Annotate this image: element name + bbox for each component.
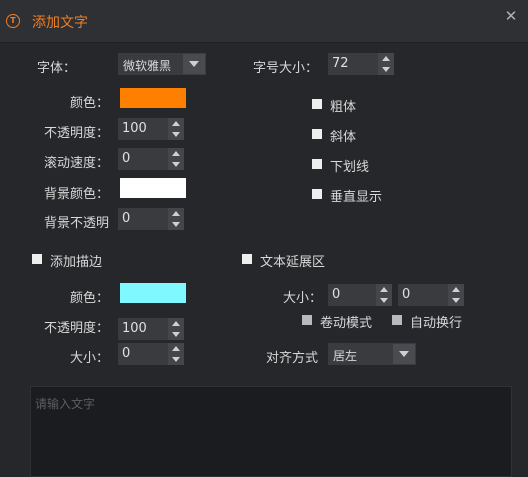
extend-size-label: 大小： bbox=[283, 291, 323, 306]
extend-width-value: 0 bbox=[332, 287, 341, 302]
color-label: 颜色： bbox=[70, 96, 110, 111]
dialog-title: 添加文字 bbox=[32, 15, 88, 31]
decrement-icon[interactable] bbox=[378, 64, 394, 75]
stroke-label: 添加描边 bbox=[50, 255, 103, 270]
stroke-opacity-value: 100 bbox=[122, 321, 147, 336]
align-label: 对齐方式 bbox=[266, 351, 319, 366]
auto-wrap-checkbox[interactable] bbox=[392, 315, 402, 325]
increment-icon[interactable] bbox=[168, 208, 184, 219]
bg-color-swatch[interactable] bbox=[120, 178, 186, 198]
opacity-value: 100 bbox=[122, 121, 147, 136]
text-extend-label: 文本延展区 bbox=[260, 255, 326, 270]
font-select[interactable]: 微软雅黑 bbox=[118, 53, 206, 75]
stroke-size-label: 大小： bbox=[70, 351, 110, 366]
extend-height-stepper[interactable]: 0 bbox=[398, 284, 464, 306]
bold-label: 粗体 bbox=[330, 100, 357, 115]
text-extend-checkbox[interactable] bbox=[242, 254, 252, 264]
increment-icon[interactable] bbox=[168, 343, 184, 354]
font-size-label: 字号大小： bbox=[253, 61, 319, 76]
align-value: 居左 bbox=[333, 349, 358, 363]
scroll-mode-label: 卷动模式 bbox=[320, 316, 373, 331]
title-bar: T 添加文字 ✕ bbox=[0, 0, 528, 43]
scroll-speed-label: 滚动速度： bbox=[44, 156, 110, 171]
stroke-checkbox[interactable] bbox=[32, 254, 42, 264]
stroke-color-label: 颜色： bbox=[70, 291, 110, 306]
underline-checkbox[interactable] bbox=[312, 159, 322, 169]
scroll-mode-checkbox[interactable] bbox=[302, 315, 312, 325]
increment-icon[interactable] bbox=[168, 148, 184, 159]
increment-icon[interactable] bbox=[376, 284, 392, 295]
scroll-speed-stepper[interactable]: 0 bbox=[118, 148, 184, 170]
stroke-size-stepper[interactable]: 0 bbox=[118, 343, 184, 365]
bold-checkbox[interactable] bbox=[312, 99, 322, 109]
decrement-icon[interactable] bbox=[168, 219, 184, 230]
increment-icon[interactable] bbox=[378, 53, 394, 64]
increment-icon[interactable] bbox=[168, 318, 184, 329]
bg-opacity-stepper[interactable]: 0 bbox=[118, 208, 184, 230]
opacity-label: 不透明度： bbox=[44, 126, 110, 141]
vertical-checkbox[interactable] bbox=[312, 189, 322, 199]
scroll-speed-value: 0 bbox=[122, 151, 131, 166]
text-input[interactable] bbox=[30, 386, 512, 477]
italic-checkbox[interactable] bbox=[312, 129, 322, 139]
chevron-down-icon[interactable] bbox=[393, 344, 415, 364]
increment-icon[interactable] bbox=[448, 284, 464, 295]
decrement-icon[interactable] bbox=[168, 159, 184, 170]
stroke-opacity-stepper[interactable]: 100 bbox=[118, 318, 184, 340]
vertical-label: 垂直显示 bbox=[330, 190, 383, 205]
font-label: 字体： bbox=[37, 61, 77, 76]
close-icon[interactable]: ✕ bbox=[503, 8, 519, 24]
stroke-size-value: 0 bbox=[122, 346, 131, 361]
align-select[interactable]: 居左 bbox=[328, 343, 416, 365]
extend-width-stepper[interactable]: 0 bbox=[328, 284, 392, 306]
italic-label: 斜体 bbox=[330, 130, 357, 145]
auto-wrap-label: 自动换行 bbox=[410, 316, 463, 331]
decrement-icon[interactable] bbox=[168, 354, 184, 365]
bg-opacity-label: 背景不透明 bbox=[44, 216, 110, 231]
decrement-icon[interactable] bbox=[448, 295, 464, 306]
stroke-color-swatch[interactable] bbox=[120, 283, 186, 303]
font-size-stepper[interactable]: 72 bbox=[328, 53, 394, 75]
bg-opacity-value: 0 bbox=[122, 211, 131, 226]
text-tool-icon: T bbox=[6, 14, 20, 28]
extend-height-value: 0 bbox=[402, 287, 411, 302]
stroke-opacity-label: 不透明度： bbox=[44, 321, 110, 336]
underline-label: 下划线 bbox=[330, 160, 370, 175]
chevron-down-icon[interactable] bbox=[183, 54, 205, 74]
decrement-icon[interactable] bbox=[168, 329, 184, 340]
font-value: 微软雅黑 bbox=[123, 59, 172, 73]
bg-color-label: 背景颜色： bbox=[44, 187, 110, 202]
color-swatch[interactable] bbox=[120, 88, 186, 108]
opacity-stepper[interactable]: 100 bbox=[118, 118, 184, 140]
increment-icon[interactable] bbox=[168, 118, 184, 129]
decrement-icon[interactable] bbox=[168, 129, 184, 140]
decrement-icon[interactable] bbox=[376, 295, 392, 306]
font-size-value: 72 bbox=[332, 56, 349, 71]
